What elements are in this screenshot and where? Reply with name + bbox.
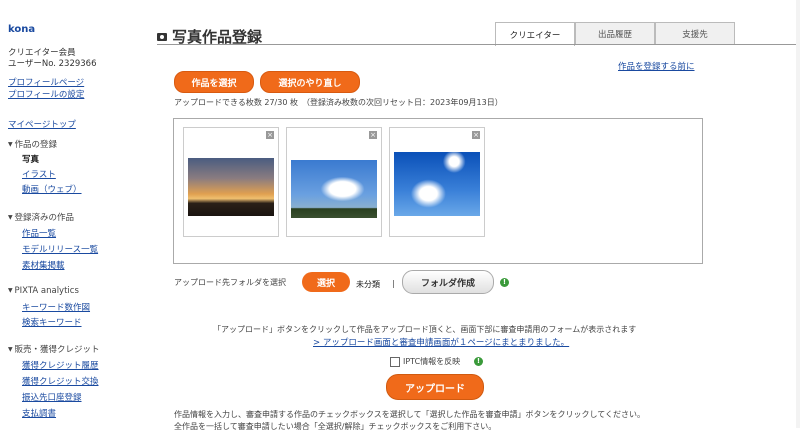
sidebar-item-model-release[interactable]: モデルリリース一覧: [22, 243, 98, 255]
section-registered-works[interactable]: 登録済みの作品: [8, 211, 75, 223]
sidebar-item-credit-history[interactable]: 獲得クレジット履歴: [22, 359, 99, 371]
site-logo[interactable]: kona: [8, 24, 35, 35]
sidebar-item-keyword-count[interactable]: キーワード数作図: [22, 301, 90, 313]
sidebar-item-illust[interactable]: イラスト: [22, 168, 56, 180]
sidebar-item-payment-report[interactable]: 支払調書: [22, 407, 56, 419]
section-sales-credit[interactable]: 販売・獲得クレジット: [8, 343, 100, 355]
sky-image: [394, 152, 480, 216]
close-icon[interactable]: ×: [266, 131, 274, 139]
iptc-label: IPTC情報を反映: [403, 357, 461, 366]
close-icon[interactable]: ×: [472, 131, 480, 139]
sidebar-item-works-list[interactable]: 作品一覧: [22, 227, 56, 239]
sidebar-item-material-set[interactable]: 素材集掲載: [22, 259, 65, 271]
profile-settings-link[interactable]: プロフィールの設定: [8, 88, 84, 100]
select-work-button[interactable]: 作品を選択: [174, 71, 254, 93]
user-number: ユーザーNo. 2329366: [8, 59, 97, 69]
thumbnail-item[interactable]: ×: [389, 127, 485, 237]
iptc-checkbox[interactable]: [390, 357, 400, 367]
redo-select-button[interactable]: 選択のやり直し: [260, 71, 360, 93]
thumbnail-item[interactable]: ×: [183, 127, 279, 237]
sidebar-item-photo[interactable]: 写真: [22, 153, 39, 165]
camera-icon: [157, 32, 167, 41]
sidebar-item-bank-account[interactable]: 振込先口座登録: [22, 391, 82, 403]
upload-merge-link[interactable]: > アップロード画面と審査申請画面が１ページにまとまりました。: [313, 336, 569, 348]
member-type: クリエイター会員: [8, 48, 76, 58]
bottom-instruction-1: 作品情報を入力し、審査申請する作品のチェックボックスを選択して「選択した作品を審…: [174, 410, 646, 419]
tab-history[interactable]: 出品履歴: [575, 22, 655, 45]
sunset-image: [188, 158, 274, 216]
mypage-top-link[interactable]: マイページトップ: [8, 118, 76, 130]
scrollbar[interactable]: [796, 0, 800, 428]
folder-separator: |: [392, 279, 395, 288]
section-register-works[interactable]: 作品の登録: [8, 138, 58, 150]
sidebar-item-search-keyword[interactable]: 検索キーワード: [22, 316, 82, 328]
upload-count-note: アップロードできる枚数 27/30 枚 （登録済み枚数の次回リセット日：2023…: [174, 98, 503, 107]
before-register-link[interactable]: 作品を登録する前に: [618, 60, 695, 72]
upload-button[interactable]: アップロード: [386, 374, 484, 400]
title-divider: [157, 44, 800, 45]
profile-page-link[interactable]: プロフィールページ: [8, 76, 84, 88]
close-icon[interactable]: ×: [369, 131, 377, 139]
folder-create-button[interactable]: フォルダ作成: [402, 270, 494, 294]
tab-creator[interactable]: クリエイター: [495, 22, 575, 46]
sidebar-item-video[interactable]: 動画（ウェブ）: [22, 183, 82, 195]
upload-instruction: 「アップロード」ボタンをクリックして作品をアップロード頂くと、画面下部に審査申請…: [213, 325, 637, 334]
cloud-image: [291, 160, 377, 218]
bottom-instruction-2: 全作品を一括して審査申請したい場合「全選択/解除」チェックボックスをご利用下さい…: [174, 422, 497, 431]
info-icon[interactable]: !: [500, 278, 509, 287]
upload-folder-label: アップロード先フォルダを選択: [174, 278, 286, 287]
folder-select-button[interactable]: 選択: [302, 272, 350, 292]
thumbnail-item[interactable]: ×: [286, 127, 382, 237]
info-icon[interactable]: !: [474, 357, 483, 366]
tab-support[interactable]: 支援先: [655, 22, 735, 45]
section-analytics[interactable]: PIXTA analytics: [8, 286, 79, 296]
upload-preview-area: × × ×: [173, 118, 703, 264]
folder-current: 未分類: [356, 280, 380, 289]
sidebar: kona クリエイター会員 ユーザーNo. 2329366 プロフィールページ …: [0, 0, 150, 428]
sidebar-item-credit-exchange[interactable]: 獲得クレジット交換: [22, 375, 99, 387]
